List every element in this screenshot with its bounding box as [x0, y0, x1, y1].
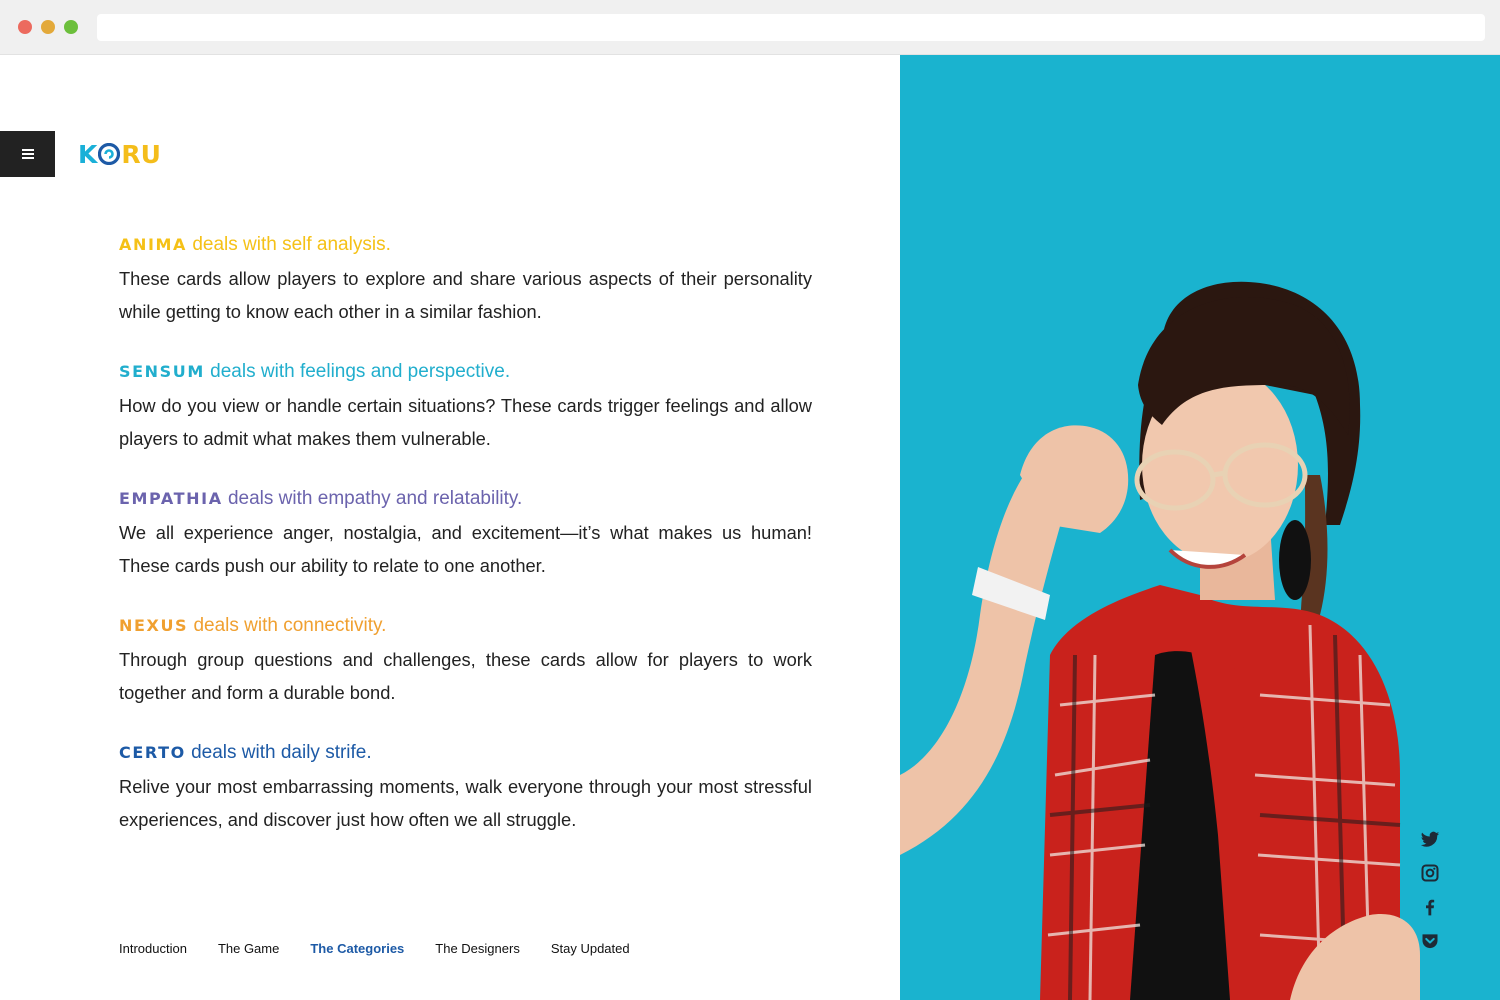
category-description: Relive your most embarrassing moments, w…	[119, 776, 812, 830]
twitter-link[interactable]	[1418, 827, 1442, 851]
category-description: How do you view or handle certain situat…	[119, 395, 812, 449]
twitter-icon	[1420, 831, 1440, 847]
menu-button[interactable]	[0, 131, 55, 177]
category-name: NEXUS	[119, 616, 189, 635]
category-heading: EMPATHIA deals with empathy and relatabi…	[119, 484, 812, 516]
category-empathia: EMPATHIA deals with empathy and relatabi…	[119, 484, 812, 611]
category-name: SENSUM	[119, 362, 205, 381]
footer-nav: Introduction The Game The Categories The…	[119, 941, 661, 956]
category-tagline: deals with connectivity.	[193, 615, 387, 636]
category-heading: SENSUM deals with feelings and perspecti…	[119, 357, 812, 389]
category-tagline: deals with self analysis.	[192, 234, 391, 255]
koru-logo[interactable]: K RU	[78, 139, 161, 169]
category-tagline: deals with empathy and relatability.	[227, 488, 523, 509]
instagram-link[interactable]	[1418, 861, 1442, 885]
category-heading: NEXUS deals with connectivity.	[119, 611, 812, 643]
pocket-link[interactable]	[1418, 929, 1442, 953]
nav-link-introduction[interactable]: Introduction	[119, 941, 187, 956]
facebook-icon	[1426, 899, 1435, 916]
category-description: We all experience anger, nostalgia, and …	[119, 522, 812, 576]
nav-link-stay-updated[interactable]: Stay Updated	[551, 941, 630, 956]
category-heading: ANIMA deals with self analysis.	[119, 230, 812, 262]
logo-letter-k: K	[78, 139, 98, 169]
woman-on-phone-illustration	[900, 281, 1420, 1000]
nav-link-the-designers[interactable]: The Designers	[435, 941, 520, 956]
address-bar[interactable]	[97, 14, 1485, 41]
category-sensum: SENSUM deals with feelings and perspecti…	[119, 357, 812, 484]
category-tagline: deals with feelings and perspective.	[210, 361, 511, 382]
window-maximize-button[interactable]	[64, 20, 78, 34]
categories-list: ANIMA deals with self analysis. These ca…	[119, 230, 812, 865]
nav-link-the-categories[interactable]: The Categories	[310, 941, 404, 956]
category-name: CERTO	[119, 743, 186, 762]
category-heading: CERTO deals with daily strife.	[119, 738, 812, 770]
category-nexus: NEXUS deals with connectivity. Through g…	[119, 611, 812, 738]
instagram-icon	[1421, 864, 1439, 882]
category-certo: CERTO deals with daily strife. Relive yo…	[119, 738, 812, 865]
category-name: EMPATHIA	[119, 489, 223, 508]
window-close-button[interactable]	[18, 20, 32, 34]
nav-link-the-game[interactable]: The Game	[218, 941, 279, 956]
window-minimize-button[interactable]	[41, 20, 55, 34]
pocket-icon	[1422, 934, 1438, 949]
hamburger-icon	[21, 149, 34, 159]
category-description: These cards allow players to explore and…	[119, 268, 812, 322]
browser-chrome	[0, 0, 1500, 55]
category-anima: ANIMA deals with self analysis. These ca…	[119, 230, 812, 357]
spiral-icon	[98, 143, 121, 165]
facebook-link[interactable]	[1418, 895, 1442, 919]
category-tagline: deals with daily strife.	[191, 742, 372, 763]
category-description: Through group questions and challenges, …	[119, 649, 812, 703]
hero-photo	[900, 55, 1500, 1000]
logo-letters-ru: RU	[121, 139, 161, 169]
category-name: ANIMA	[119, 235, 188, 254]
